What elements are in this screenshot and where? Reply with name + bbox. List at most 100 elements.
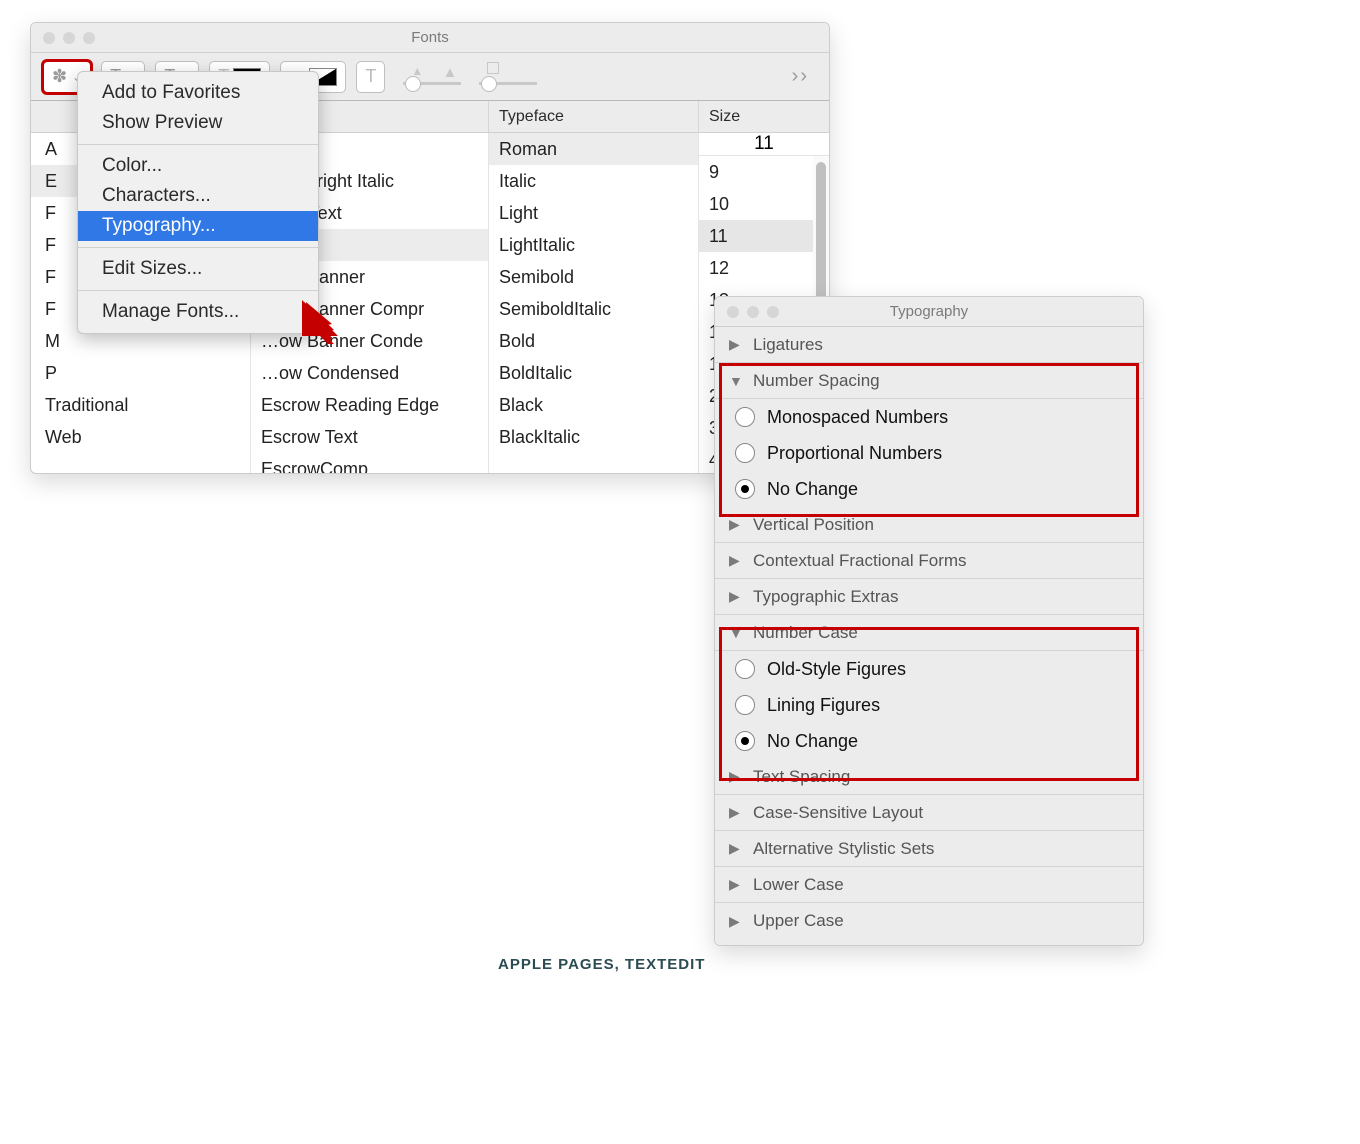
list-item[interactable]: Web <box>31 421 250 453</box>
triangle-right-icon: ▶ <box>729 588 745 605</box>
disclosure-row[interactable]: ▶ Case-Sensitive Layout <box>715 795 1143 831</box>
gear-dropdown-menu[interactable]: Add to FavoritesShow Preview Color...Char… <box>77 71 319 334</box>
list-item[interactable]: 10 <box>699 188 813 220</box>
section-label: Alternative Stylistic Sets <box>753 839 934 859</box>
radio-icon <box>735 659 755 679</box>
list-item[interactable]: Light <box>489 197 698 229</box>
col-typeface-header[interactable]: Typeface <box>489 101 699 132</box>
menu-item[interactable]: Edit Sizes... <box>78 254 318 284</box>
radio-label: Lining Figures <box>767 695 880 716</box>
section-label: Vertical Position <box>753 515 874 535</box>
typography-body: ▶ Ligatures ▼ Number Spacing Monospaced Numb… <box>715 327 1143 945</box>
triangle-right-icon: ▶ <box>729 516 745 533</box>
radio-option[interactable]: No Change <box>715 471 1143 507</box>
gear-icon: ✽ <box>52 66 67 87</box>
disclosure-row[interactable]: ▶ Lower Case <box>715 867 1143 903</box>
menu-item[interactable]: Manage Fonts... <box>78 297 318 327</box>
list-item[interactable]: P <box>31 357 250 389</box>
col-size-header[interactable]: Size <box>699 101 829 132</box>
radio-option[interactable]: Monospaced Numbers <box>715 399 1143 435</box>
disclosure-row[interactable]: ▼ Number Case <box>715 615 1143 651</box>
fonts-title: Fonts <box>31 29 829 46</box>
radio-icon <box>735 407 755 427</box>
list-item[interactable]: SemiboldItalic <box>489 293 698 325</box>
disclosure-row[interactable]: ▶ Text Spacing <box>715 759 1143 795</box>
list-item[interactable]: Semibold <box>489 261 698 293</box>
section-label: Upper Case <box>753 911 844 931</box>
size-slider-1[interactable]: ▲ ▲ <box>403 62 461 92</box>
list-item[interactable]: Traditional <box>31 389 250 421</box>
radio-option[interactable]: No Change <box>715 723 1143 759</box>
typography-title: Typography <box>715 303 1143 320</box>
triangle-right-icon: ▶ <box>729 913 745 930</box>
radio-option[interactable]: Proportional Numbers <box>715 435 1143 471</box>
triangle-right-icon: ▶ <box>729 552 745 569</box>
fonts-titlebar: Fonts <box>31 23 829 53</box>
size-input-value[interactable]: 11 <box>734 133 794 155</box>
list-item[interactable]: EscrowComp <box>251 453 488 473</box>
disclosure-row[interactable]: ▶ Ligatures <box>715 327 1143 363</box>
list-item[interactable]: Italic <box>489 165 698 197</box>
section-label: Number Spacing <box>753 371 880 391</box>
menu-item[interactable]: Typography... <box>78 211 318 241</box>
triangle-right-icon: ▶ <box>729 336 745 353</box>
radio-icon <box>735 443 755 463</box>
triangle-right-icon: ▶ <box>729 876 745 893</box>
triangle-large-icon: ▲ <box>442 64 457 81</box>
disclosure-row[interactable]: ▶ Typographic Extras <box>715 579 1143 615</box>
triangle-right-icon: ▶ <box>729 804 745 821</box>
list-item[interactable]: BoldItalic <box>489 357 698 389</box>
fonts-window: Fonts ✽ ⌄ T⌄ T⌄ T ▢ T ▲ ▲ ›› …ily Typefa <box>30 22 830 474</box>
menu-item[interactable]: Add to Favorites <box>78 78 318 108</box>
radio-icon <box>735 731 755 751</box>
triangle-down-icon: ▼ <box>729 625 745 641</box>
radio-icon <box>735 695 755 715</box>
triangle-down-icon: ▼ <box>729 373 745 389</box>
section-label: Lower Case <box>753 875 844 895</box>
disclosure-row[interactable]: ▶ Alternative Stylistic Sets <box>715 831 1143 867</box>
typography-window: Typography ▶ Ligatures ▼ Number Spacing Mono… <box>714 296 1144 946</box>
caption-text: APPLE PAGES, TEXTEDIT <box>498 956 705 973</box>
section-label: Ligatures <box>753 335 823 355</box>
toolbar-overflow[interactable]: ›› <box>784 61 817 93</box>
radio-label: Old-Style Figures <box>767 659 906 680</box>
disclosure-row[interactable]: ▶ Contextual Fractional Forms <box>715 543 1143 579</box>
radio-label: No Change <box>767 731 858 752</box>
section-label: Text Spacing <box>753 767 850 787</box>
section-label: Number Case <box>753 623 858 643</box>
menu-item[interactable]: Color... <box>78 151 318 181</box>
list-item[interactable]: BlackItalic <box>489 421 698 453</box>
section-label: Case-Sensitive Layout <box>753 803 923 823</box>
menu-item[interactable]: Show Preview <box>78 108 318 138</box>
disclosure-row[interactable]: ▼ Number Spacing <box>715 363 1143 399</box>
disclosure-row[interactable]: ▶ Vertical Position <box>715 507 1143 543</box>
text-effects-button[interactable]: T <box>356 61 385 93</box>
list-item[interactable]: Roman <box>489 133 698 165</box>
list-item[interactable]: 12 <box>699 252 813 284</box>
typography-titlebar: Typography <box>715 297 1143 327</box>
list-item[interactable]: Escrow Text <box>251 421 488 453</box>
list-item[interactable]: 11 <box>699 220 813 252</box>
size-slider-2[interactable] <box>479 62 537 92</box>
disclosure-row[interactable]: ▶ Upper Case <box>715 903 1143 939</box>
list-item[interactable]: Black <box>489 389 698 421</box>
list-item[interactable]: …ow Condensed <box>251 357 488 389</box>
section-label: Typographic Extras <box>753 587 899 607</box>
list-item[interactable]: Escrow Reading Edge <box>251 389 488 421</box>
list-item[interactable]: Bold <box>489 325 698 357</box>
list-item[interactable]: LightItalic <box>489 229 698 261</box>
radio-label: Monospaced Numbers <box>767 407 948 428</box>
section-label: Contextual Fractional Forms <box>753 551 967 571</box>
list-item[interactable]: 9 <box>699 156 813 188</box>
radio-icon <box>735 479 755 499</box>
radio-option[interactable]: Lining Figures <box>715 687 1143 723</box>
square-icon <box>487 62 499 74</box>
triangle-right-icon: ▶ <box>729 768 745 785</box>
radio-label: No Change <box>767 479 858 500</box>
radio-label: Proportional Numbers <box>767 443 942 464</box>
menu-item[interactable]: Characters... <box>78 181 318 211</box>
triangle-right-icon: ▶ <box>729 840 745 857</box>
size-input[interactable]: 11 <box>699 133 829 156</box>
typefaces-list[interactable]: RomanItalicLightLightItalicSemiboldSemib… <box>489 133 699 473</box>
radio-option[interactable]: Old-Style Figures <box>715 651 1143 687</box>
